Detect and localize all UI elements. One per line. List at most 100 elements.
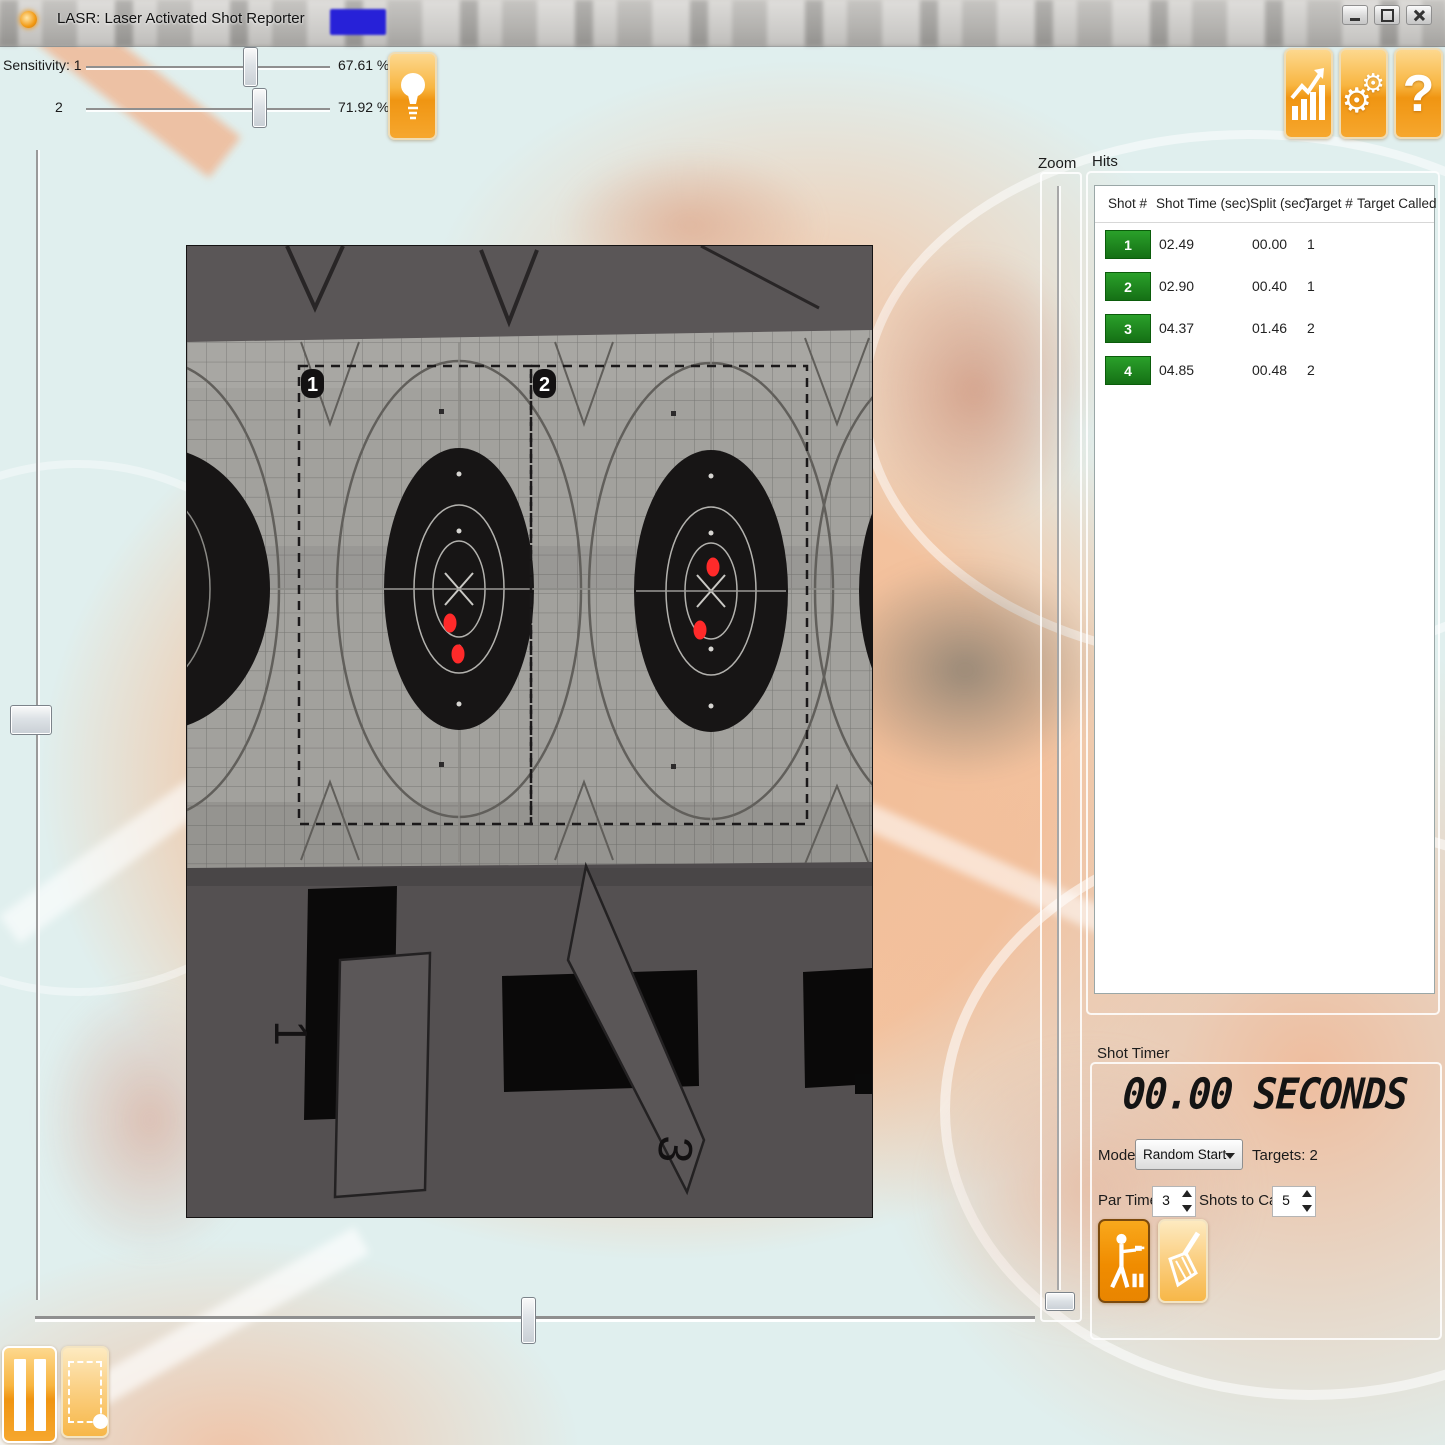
shot-number-badge: 2	[1105, 272, 1151, 301]
shot-time: 02.90	[1159, 278, 1194, 294]
pause-bar	[34, 1359, 46, 1431]
pause-icon	[14, 1359, 46, 1431]
stepper-down-icon[interactable]	[1302, 1205, 1312, 1212]
shots-to-call-stepper[interactable]: 5	[1272, 1186, 1316, 1217]
black-panel-far-right	[803, 968, 872, 1088]
shot-split: 00.40	[1252, 278, 1287, 294]
hits-label: Hits	[1092, 153, 1118, 170]
paper-1-number: 1	[265, 1020, 317, 1046]
hits-row[interactable]: 3 04.37 01.46 2	[1095, 307, 1434, 349]
marquee-handle-dot	[93, 1414, 108, 1429]
column-header-called: Target Called	[1357, 196, 1437, 211]
zoom-slider-thumb[interactable]	[1045, 1292, 1075, 1311]
camera-shadow	[187, 868, 872, 886]
zoom-slider[interactable]	[1057, 186, 1059, 1290]
restore-icon	[1381, 9, 1394, 22]
paper-3-number: 3	[647, 1134, 702, 1165]
shot-target: 1	[1307, 236, 1315, 252]
targets-count-label: Targets: 2	[1252, 1147, 1318, 1164]
add-target-zone-button[interactable]	[61, 1346, 109, 1438]
hits-table: Shot # Shot Time (sec) Split (sec) Targe…	[1094, 185, 1435, 994]
stepper-up-icon[interactable]	[1302, 1190, 1312, 1197]
lightbulb-icon	[396, 68, 430, 124]
black-sliver	[855, 1074, 872, 1094]
hits-row[interactable]: 4 04.85 00.48 2	[1095, 349, 1434, 391]
timer-display: 00.00 SECONDS	[1108, 1069, 1421, 1118]
help-icon: ?	[1403, 64, 1435, 124]
settings-button[interactable]: ⚙ ⚙	[1339, 48, 1388, 139]
shot-time: 02.49	[1159, 236, 1194, 252]
shot-time: 04.37	[1159, 320, 1194, 336]
zoom-slider-frame	[1040, 172, 1082, 1322]
shot-time: 04.85	[1159, 362, 1194, 378]
paper-target-1	[335, 953, 430, 1197]
column-header-split: Split (sec)	[1250, 196, 1310, 211]
broom-icon	[1162, 1229, 1204, 1293]
shot-number-badge: 3	[1105, 314, 1151, 343]
light-adjust-button[interactable]	[388, 52, 437, 140]
hits-row[interactable]: 2 02.90 00.40 1	[1095, 265, 1434, 307]
shots-to-call-value: 5	[1273, 1192, 1299, 1208]
window-controls	[1342, 5, 1432, 25]
camera-image: 1 2 1 3	[187, 246, 872, 1217]
sensitivity-2-value: 71.92 %	[338, 99, 389, 115]
hits-row[interactable]: 1 02.49 00.00 1	[1095, 223, 1434, 265]
pause-button[interactable]	[2, 1346, 57, 1443]
shot-split: 00.00	[1252, 236, 1287, 252]
sensitivity-2-slider[interactable]	[86, 108, 330, 110]
restore-button[interactable]	[1374, 5, 1400, 25]
pause-bar	[14, 1359, 26, 1431]
shot-timer-label: Shot Timer	[1097, 1045, 1170, 1062]
sensitivity-1-slider-thumb[interactable]	[243, 47, 258, 87]
column-header-time: Shot Time (sec)	[1156, 196, 1251, 211]
camera-top-band	[187, 246, 872, 342]
marquee-selection-icon	[68, 1361, 102, 1423]
app-icon	[20, 11, 37, 28]
shot-marker	[694, 621, 707, 640]
shot-number-badge: 4	[1105, 356, 1151, 385]
clear-hits-button[interactable]	[1158, 1219, 1208, 1303]
sensitivity-2-slider-thumb[interactable]	[252, 88, 267, 128]
zone-1-label: 1	[307, 374, 318, 396]
close-button[interactable]	[1406, 5, 1432, 25]
target-sheet	[187, 330, 872, 868]
chart-icon	[1290, 66, 1328, 122]
stepper-up-icon[interactable]	[1182, 1190, 1192, 1197]
blue-artifact	[330, 9, 386, 35]
par-time-stepper-buttons	[1180, 1188, 1193, 1214]
mode-label: Mode:	[1098, 1147, 1140, 1164]
mode-dropdown[interactable]: Random Start	[1135, 1139, 1243, 1170]
par-time-stepper[interactable]: 3	[1152, 1186, 1196, 1217]
mode-value: Random Start	[1143, 1147, 1226, 1162]
chevron-down-icon	[1225, 1153, 1235, 1159]
sensitivity-1-slider[interactable]	[86, 66, 330, 68]
app-window: LASR: Laser Activated Shot Reporter Sens…	[0, 0, 1445, 1445]
camera-view[interactable]: 1 2 1 3	[186, 245, 873, 1218]
minimize-icon	[1350, 18, 1360, 21]
shot-number-badge: 1	[1105, 230, 1151, 259]
stats-button[interactable]	[1284, 48, 1333, 139]
column-header-target: Target #	[1304, 196, 1353, 211]
shot-target: 2	[1307, 320, 1315, 336]
window-title: LASR: Laser Activated Shot Reporter	[57, 10, 305, 27]
sensitivity-2-label: 2	[55, 99, 63, 115]
shot-marker	[707, 558, 720, 577]
title-bar: LASR: Laser Activated Shot Reporter	[0, 0, 1445, 47]
minimize-button[interactable]	[1342, 5, 1368, 25]
vertical-pan-slider-thumb[interactable]	[10, 705, 52, 735]
column-header-shot: Shot #	[1108, 196, 1147, 211]
start-timer-button[interactable]	[1098, 1219, 1150, 1303]
shot-marker	[444, 614, 457, 633]
sensitivity-1-value: 67.61 %	[338, 57, 389, 73]
stepper-down-icon[interactable]	[1182, 1205, 1192, 1212]
zoom-label: Zoom	[1038, 155, 1076, 172]
par-time-value: 3	[1153, 1192, 1179, 1208]
zone-2-label: 2	[539, 374, 550, 396]
shot-split: 00.48	[1252, 362, 1287, 378]
shot-target: 2	[1307, 362, 1315, 378]
close-icon	[1413, 9, 1425, 21]
help-button[interactable]: ?	[1394, 48, 1443, 139]
horizontal-pan-slider-thumb[interactable]	[521, 1297, 536, 1344]
hits-table-header: Shot # Shot Time (sec) Split (sec) Targe…	[1095, 186, 1434, 223]
shot-split: 01.46	[1252, 320, 1287, 336]
